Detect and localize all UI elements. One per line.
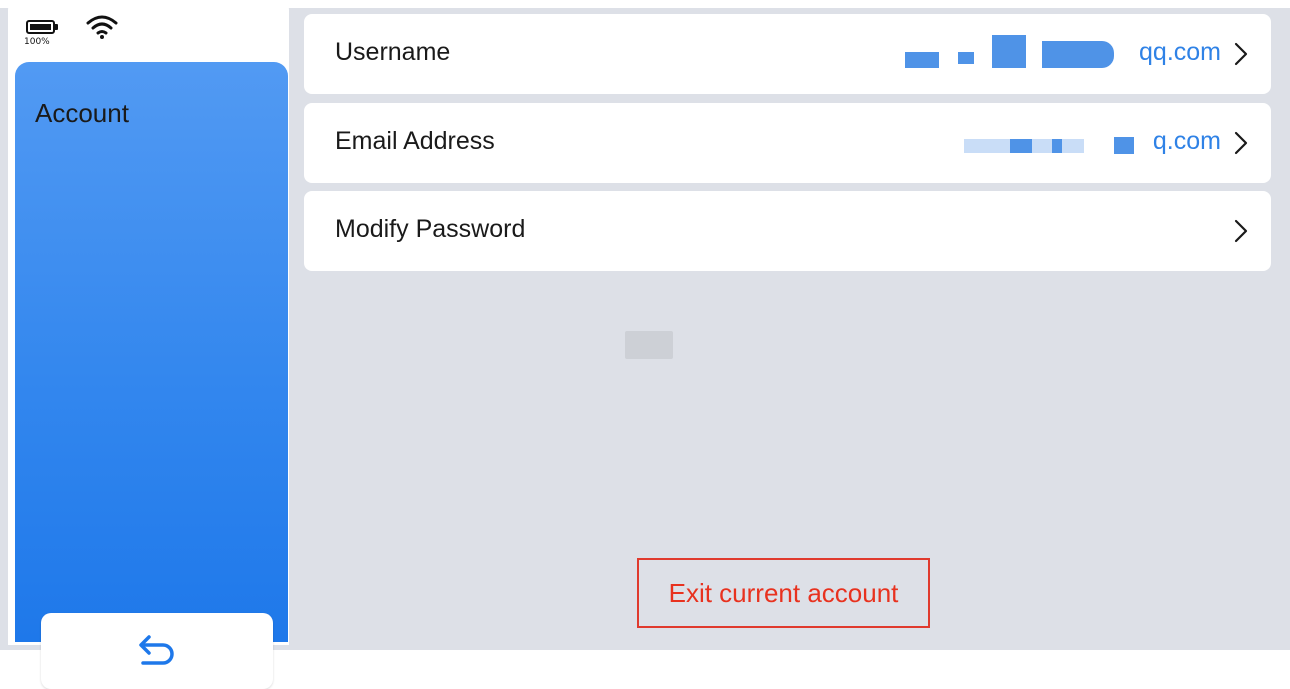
username-row[interactable]: Username qq.com bbox=[304, 14, 1271, 94]
redacted-block bbox=[1114, 137, 1134, 154]
chevron-right-icon bbox=[1234, 42, 1248, 66]
username-value: qq.com bbox=[1139, 38, 1221, 66]
sidebar: Account bbox=[15, 62, 288, 689]
redacted-block bbox=[1010, 139, 1032, 153]
wifi-icon bbox=[86, 15, 118, 39]
placeholder-image bbox=[625, 331, 673, 359]
redacted-block bbox=[1042, 41, 1114, 68]
back-button[interactable] bbox=[41, 613, 273, 689]
modify-password-row[interactable]: Modify Password bbox=[304, 191, 1271, 271]
exit-account-button[interactable]: Exit current account bbox=[637, 558, 930, 628]
redacted-block bbox=[1052, 139, 1062, 153]
email-label: Email Address bbox=[335, 127, 495, 155]
username-label: Username bbox=[335, 38, 451, 66]
sidebar-title: Account bbox=[35, 98, 129, 128]
status-bar: 100% bbox=[24, 8, 146, 50]
redacted-block bbox=[992, 35, 1026, 68]
battery-level: 100% bbox=[24, 37, 50, 47]
email-value: q.com bbox=[1152, 127, 1221, 155]
redacted-block bbox=[958, 52, 974, 64]
modify-password-label: Modify Password bbox=[335, 215, 526, 243]
chevron-right-icon bbox=[1234, 131, 1248, 155]
email-row[interactable]: Email Address q.com bbox=[304, 103, 1271, 183]
chevron-right-icon bbox=[1234, 219, 1248, 243]
battery-icon: 100% bbox=[24, 14, 60, 50]
redacted-block bbox=[905, 52, 939, 68]
back-arrow-icon bbox=[139, 635, 174, 665]
left-panel: 100% Account bbox=[8, 0, 289, 689]
